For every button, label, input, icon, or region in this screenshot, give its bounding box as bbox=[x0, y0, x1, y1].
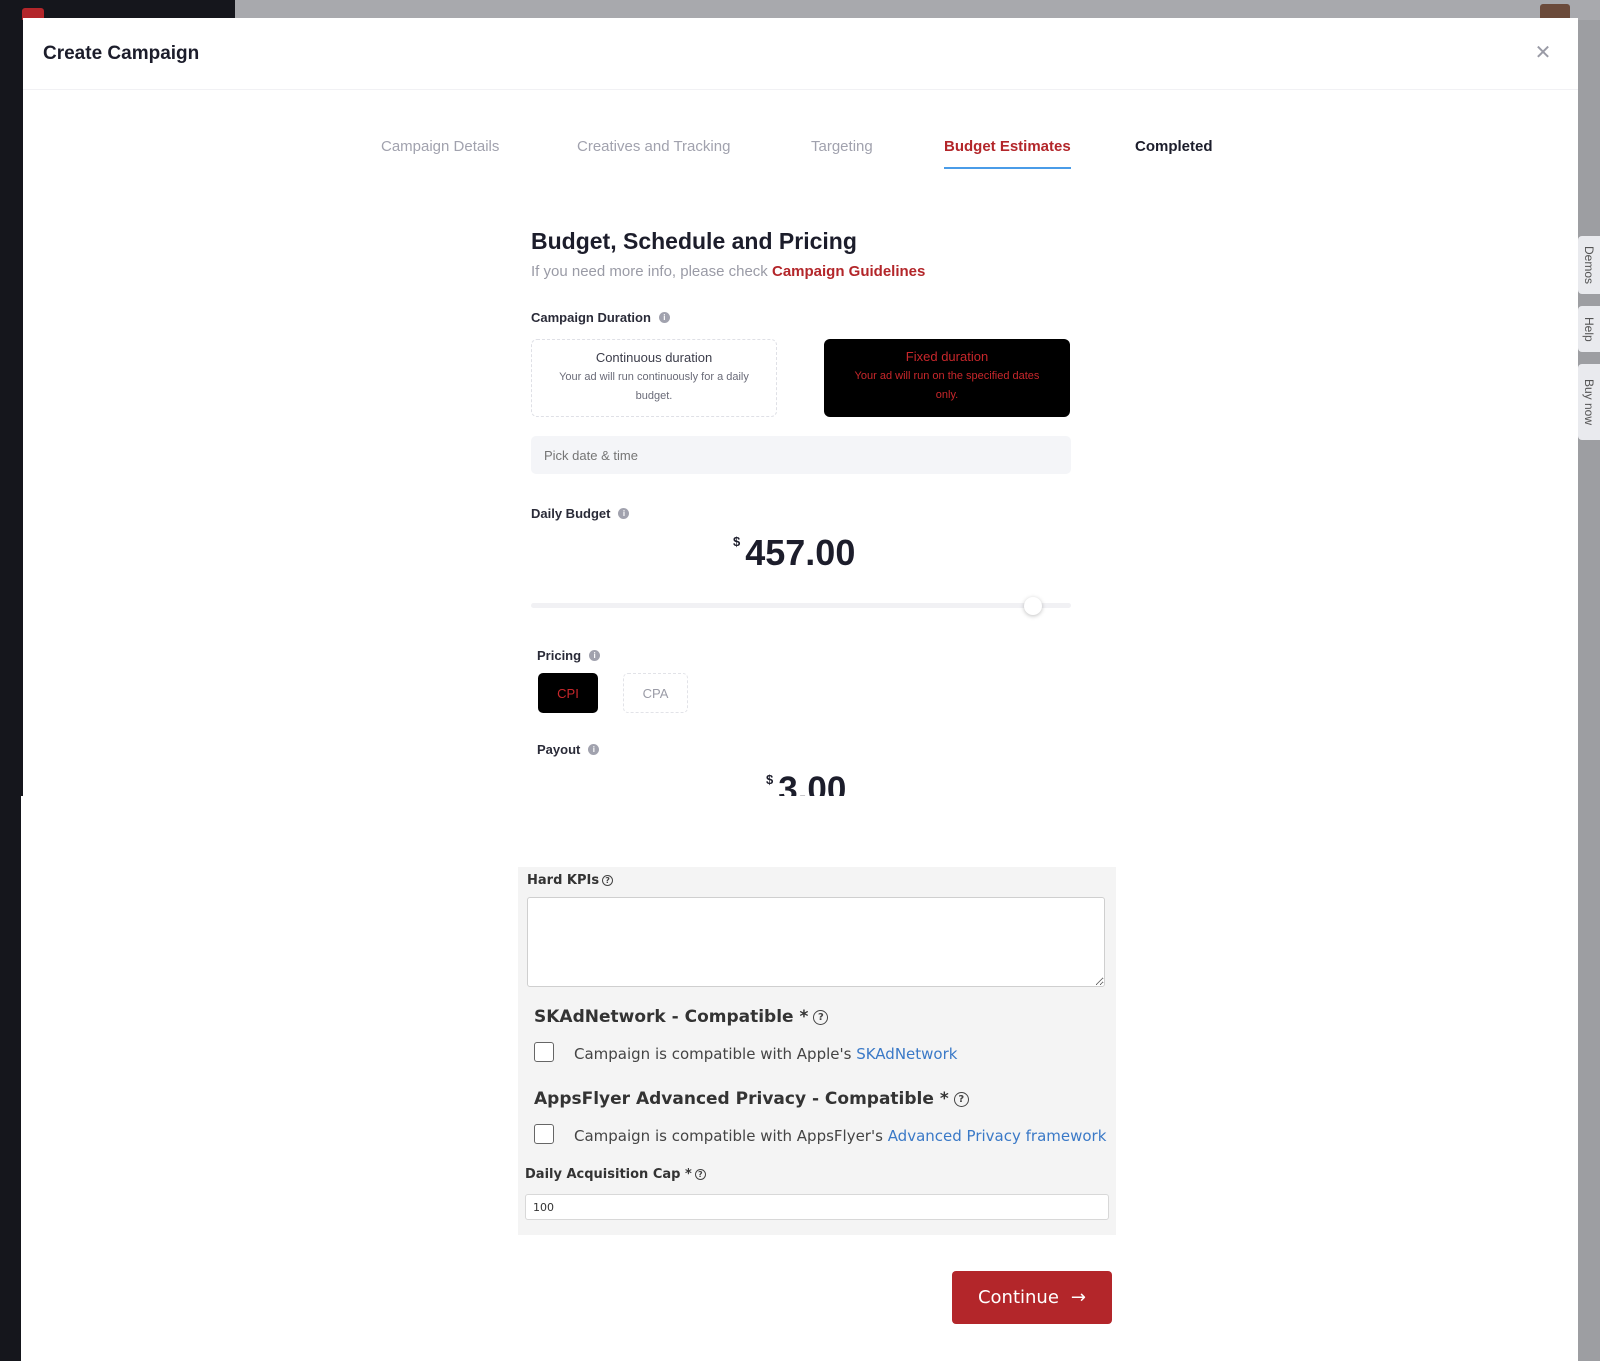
step-budget-estimates[interactable]: Budget Estimates bbox=[944, 138, 1071, 169]
help-icon[interactable]: ? bbox=[694, 1169, 706, 1180]
help-icon[interactable]: ? bbox=[813, 1009, 829, 1025]
currency-symbol: $ bbox=[733, 534, 741, 549]
daily-budget-label-row: Daily Budget i bbox=[531, 506, 1071, 521]
continuous-duration-card[interactable]: Continuous duration Your ad will run con… bbox=[531, 339, 777, 417]
daily-budget-label: Daily Budget bbox=[531, 506, 611, 521]
hard-kpis-label-row: Hard KPIs ? bbox=[527, 873, 614, 888]
step-campaign-details[interactable]: Campaign Details bbox=[381, 138, 499, 167]
modal-title: Create Campaign bbox=[43, 42, 200, 64]
continue-button[interactable]: Continue → bbox=[952, 1271, 1112, 1324]
pricing-cpi-button[interactable]: CPI bbox=[538, 673, 598, 713]
section-subtitle: If you need more info, please check Camp… bbox=[531, 263, 926, 280]
appsflyer-link[interactable]: Advanced Privacy framework bbox=[888, 1127, 1107, 1145]
skadnetwork-link[interactable]: SKAdNetwork bbox=[856, 1045, 957, 1063]
create-campaign-modal: Create Campaign ✕ Campaign Details Creat… bbox=[23, 18, 1578, 809]
help-icon[interactable]: ? bbox=[602, 875, 614, 886]
pricing-label: Pricing bbox=[537, 648, 582, 663]
appsflyer-check-text: Campaign is compatible with AppsFlyer's … bbox=[574, 1127, 1107, 1145]
hard-kpis-label: Hard KPIs bbox=[527, 873, 600, 888]
daily-acquisition-cap-label: Daily Acquisition Cap * bbox=[525, 1167, 692, 1182]
appsflyer-checkbox[interactable] bbox=[534, 1124, 554, 1144]
skadnetwork-checkbox[interactable] bbox=[534, 1042, 554, 1062]
info-icon[interactable]: i bbox=[588, 744, 600, 755]
daily-budget-amount: $457.00 bbox=[733, 532, 855, 574]
appsflyer-title: AppsFlyer Advanced Privacy - Compatible … bbox=[534, 1089, 949, 1109]
continuous-title: Continuous duration bbox=[595, 350, 713, 365]
budget-slider-thumb[interactable] bbox=[1024, 597, 1043, 615]
kpi-panel: Hard KPIs ? SKAdNetwork - Compatible * ?… bbox=[518, 867, 1116, 1235]
hard-kpis-textarea[interactable] bbox=[527, 897, 1105, 987]
pricing-label-row: Pricing i bbox=[537, 648, 1077, 663]
background-right-strip bbox=[1578, 20, 1600, 1361]
stepper: Campaign Details Creatives and Tracking … bbox=[23, 138, 1578, 178]
help-icon[interactable]: ? bbox=[953, 1091, 969, 1107]
fixed-desc: Your ad will run on the specified dates … bbox=[854, 370, 1040, 401]
step-creatives-tracking[interactable]: Creatives and Tracking bbox=[577, 138, 730, 167]
close-icon[interactable]: ✕ bbox=[1532, 42, 1554, 64]
side-tab-buy-now[interactable]: Buy now bbox=[1578, 364, 1600, 440]
budget-header: Budget, Schedule and Pricing If you need… bbox=[531, 228, 1071, 280]
skadnetwork-check-text: Campaign is compatible with Apple's SKAd… bbox=[574, 1045, 958, 1063]
skadnetwork-title-row: SKAdNetwork - Compatible * ? bbox=[534, 1007, 829, 1027]
side-tab-demos[interactable]: Demos bbox=[1578, 236, 1600, 294]
cap-label-row: Daily Acquisition Cap * ? bbox=[525, 1167, 706, 1182]
fixed-duration-card[interactable]: Fixed duration Your ad will run on the s… bbox=[824, 339, 1070, 417]
section-heading: Budget, Schedule and Pricing bbox=[531, 228, 857, 254]
pricing-cpa-button[interactable]: CPA bbox=[623, 673, 688, 713]
fixed-title: Fixed duration bbox=[905, 349, 989, 364]
appsflyer-title-row: AppsFlyer Advanced Privacy - Compatible … bbox=[534, 1089, 969, 1109]
guidelines-link[interactable]: Campaign Guidelines bbox=[772, 263, 925, 280]
info-icon[interactable]: i bbox=[618, 508, 630, 519]
side-tab-help[interactable]: Help bbox=[1578, 306, 1600, 352]
skadnetwork-title: SKAdNetwork - Compatible * bbox=[534, 1007, 809, 1027]
info-icon[interactable]: i bbox=[589, 650, 601, 661]
budget-slider-track[interactable] bbox=[531, 603, 1071, 608]
daily-budget-value: 457.00 bbox=[745, 532, 856, 573]
duration-label-row: Campaign Duration i bbox=[531, 310, 1071, 325]
date-time-input[interactable] bbox=[531, 436, 1071, 474]
payout-label-row: Payout i bbox=[537, 742, 1077, 757]
background-topbar bbox=[235, 0, 1600, 20]
arrow-right-icon: → bbox=[1070, 1287, 1087, 1308]
payout-label: Payout bbox=[537, 742, 581, 757]
step-targeting[interactable]: Targeting bbox=[811, 138, 873, 167]
daily-acquisition-cap-input[interactable]: 100 bbox=[525, 1194, 1109, 1220]
continuous-desc: Your ad will run continuously for a dail… bbox=[559, 371, 749, 402]
currency-symbol: $ bbox=[766, 772, 774, 787]
step-completed[interactable]: Completed bbox=[1135, 138, 1213, 167]
modal-header: Create Campaign ✕ bbox=[23, 18, 1578, 90]
duration-label: Campaign Duration bbox=[531, 310, 651, 325]
info-icon[interactable]: i bbox=[658, 312, 670, 323]
